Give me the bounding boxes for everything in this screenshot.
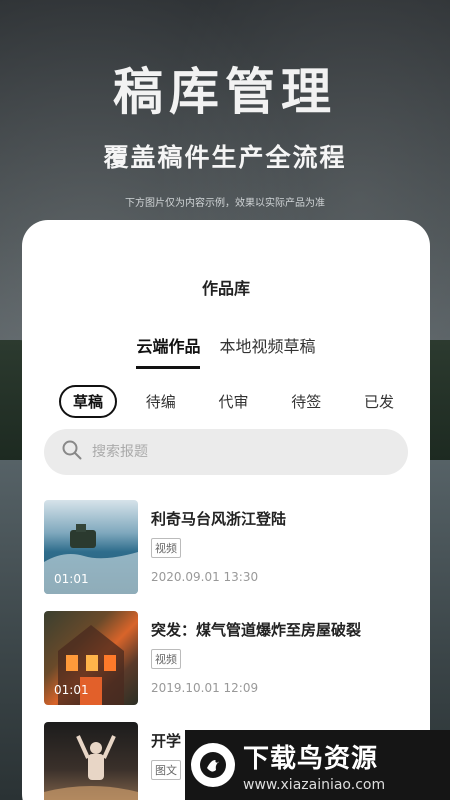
watermark-url: www.xiazainiao.com (243, 776, 386, 793)
video-duration: 01:01 (54, 572, 89, 586)
filter-pending-sign[interactable]: 待签 (277, 385, 335, 418)
item-title: 利奇马台风浙江登陆 (151, 510, 287, 528)
filter-published[interactable]: 已发 (350, 385, 408, 418)
item-type-badge: 图文 (151, 760, 181, 780)
source-tabs: 云端作品 本地视频草稿 (22, 333, 430, 369)
tab-cloud-works[interactable]: 云端作品 (136, 333, 201, 369)
list-item[interactable]: 01:01 利奇马台风浙江登陆 视频 2020.09.01 13:30 (44, 500, 408, 611)
item-date: 2019.10.01 12:09 (151, 681, 259, 695)
tab-local-drafts[interactable]: 本地视频草稿 (220, 333, 316, 369)
watermark-title: 下载鸟资源 (243, 743, 379, 774)
search-icon (62, 440, 82, 464)
video-thumbnail: 01:01 (44, 611, 138, 705)
search-bar[interactable] (44, 429, 408, 475)
item-type-badge: 视频 (151, 649, 181, 669)
site-watermark: 下载鸟资源 www.xiazainiao.com (185, 730, 450, 800)
item-date: 2020.09.01 13:30 (151, 570, 259, 584)
card-title: 作品库 (201, 279, 250, 298)
search-input[interactable] (92, 444, 372, 460)
article-thumbnail (44, 722, 138, 800)
item-title: 开学 (151, 732, 182, 750)
video-duration: 01:01 (54, 683, 89, 697)
status-filters: 草稿 待编 代审 待签 已发 (59, 385, 408, 418)
list-item[interactable]: 01:01 突发：煤气管道爆炸至房屋破裂 视频 2019.10.01 12:09 (44, 611, 408, 722)
filter-draft[interactable]: 草稿 (59, 385, 118, 418)
hero-title: 稿库管理 (113, 63, 337, 121)
bird-logo-icon (191, 743, 235, 787)
filter-pending-edit[interactable]: 待编 (132, 385, 190, 418)
item-title: 突发：煤气管道爆炸至房屋破裂 (151, 621, 362, 639)
filter-pending-review[interactable]: 代审 (204, 385, 262, 418)
library-card: 作品库 云端作品 本地视频草稿 草稿 待编 代审 待签 已发 搜索报题 01:0… (22, 220, 430, 800)
video-thumbnail: 01:01 (44, 500, 138, 594)
item-type-badge: 视频 (151, 538, 181, 558)
hero-subtitle: 覆盖稿件生产全流程 (103, 143, 347, 172)
hero-notice: 下方图片仅为内容示例，效果以实际产品为准 (125, 198, 325, 209)
